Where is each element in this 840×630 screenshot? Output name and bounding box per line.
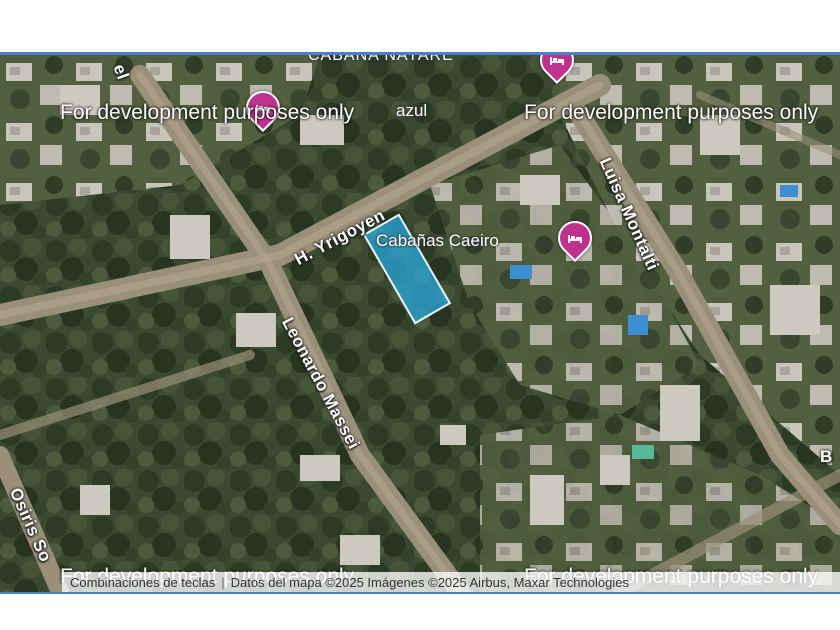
keyboard-shortcuts-link[interactable]: Combinaciones de teclas	[70, 575, 215, 590]
poi-label-cabanas-caeiro[interactable]: Cabañas Caeiro	[376, 231, 499, 251]
dev-watermark-top-right: For development purposes only	[524, 101, 819, 124]
map-attribution-bar: Combinaciones de teclas | Datos del mapa…	[62, 572, 840, 592]
satellite-imagery[interactable]	[0, 55, 840, 592]
map-data-credit[interactable]: Datos del mapa ©2025 Imágenes ©2025 Airb…	[231, 575, 629, 590]
bed-icon	[550, 57, 564, 65]
bed-icon	[568, 235, 582, 243]
dev-watermark-top-left: For development purposes only	[60, 101, 355, 124]
street-label-right-edge: B	[820, 447, 833, 466]
map-view[interactable]: CABAÑA NAYARE azul Cabañas Caeiro H. Yri…	[0, 52, 840, 594]
poi-label-azul[interactable]: azul	[396, 101, 427, 121]
attribution-separator: |	[221, 574, 225, 590]
poi-label-cabana-nayare[interactable]: CABAÑA NAYARE	[308, 55, 454, 65]
